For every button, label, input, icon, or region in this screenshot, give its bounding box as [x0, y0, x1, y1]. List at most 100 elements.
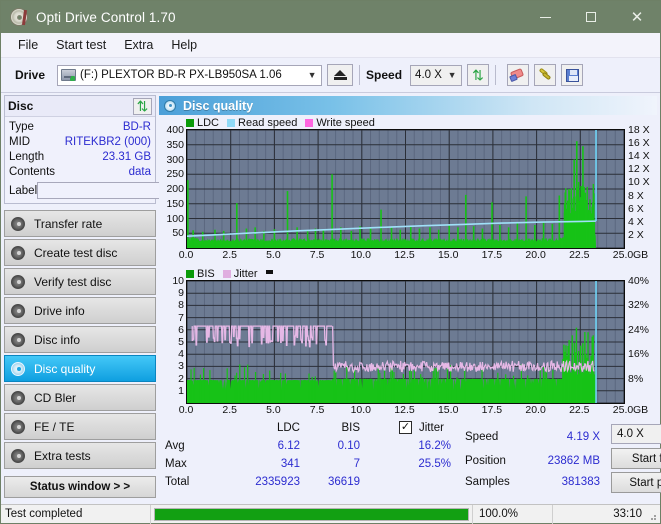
y-tick-right: 2 X: [628, 228, 644, 241]
disc-icon: [11, 274, 25, 289]
toolbar-divider-2: [495, 65, 497, 85]
y-tick-left: 400: [166, 124, 184, 136]
bis-x-axis: 0.0 2.5 5.0 7.5 10.0 12.5 15.0 17.5 20.0 22.5 25.0…: [159, 404, 657, 419]
y-tick-left: 3: [178, 360, 184, 373]
x-tick: 7.5: [309, 249, 325, 261]
minimize-button[interactable]: [522, 1, 568, 33]
minimize-icon: [539, 16, 551, 18]
stats-jitter-max: 25.5%: [418, 458, 451, 470]
disc-icon: [11, 361, 25, 376]
y-tick-right: 4 X: [628, 215, 644, 228]
disc-row-value: 23.31 GB: [102, 150, 151, 163]
save-button[interactable]: [561, 64, 584, 86]
legend-label-bis: BIS: [197, 268, 215, 280]
x-tick: 0.0: [178, 249, 194, 261]
y-tick-left: 1: [178, 384, 184, 397]
disc-refresh-button[interactable]: [133, 97, 152, 115]
chevron-down-icon: ▼: [307, 70, 317, 80]
x-tick: 15.0: [437, 404, 459, 416]
disc-row-value: RITEKBR2 (000): [64, 135, 151, 148]
y-tick-right: 40%: [628, 275, 650, 287]
refresh-button[interactable]: [467, 64, 490, 86]
y-tick-right: 18 X: [628, 124, 650, 136]
bis-plot-area[interactable]: [186, 280, 625, 404]
disc-label-key: Label: [9, 184, 38, 197]
sidebar-item-fe-te[interactable]: FE / TE: [4, 413, 156, 440]
y-tick-right: 16 X: [628, 137, 650, 150]
speed-select-value: 4.0 X: [415, 69, 442, 81]
erase-button[interactable]: [507, 64, 530, 86]
sidebar-item-extra-tests[interactable]: Extra tests: [4, 442, 156, 469]
sidebar-item-verify-test-disc[interactable]: Verify test disc: [4, 268, 156, 295]
speed-select[interactable]: 4.0 X ▼: [410, 64, 463, 86]
y-tick-right: 16%: [628, 348, 650, 361]
stats-bis-avg: 0.10: [337, 440, 360, 452]
sidebar-item-create-test-disc[interactable]: Create test disc: [4, 239, 156, 266]
stats-col-header-ldc: LDC: [276, 422, 300, 434]
ldc-plot-row: 400 350 300 250 200 150 100 50 18 X 16 X 14 X 12 X…: [159, 124, 657, 249]
window-controls: ✕: [522, 1, 660, 33]
y-tick-left: 250: [166, 168, 184, 181]
position-stat-value: 23862 MB: [547, 455, 600, 467]
resize-grip[interactable]: [647, 511, 657, 521]
y-tick-right: 14 X: [628, 150, 650, 163]
legend-swatch-jitter: [222, 270, 231, 278]
disc-row-length: Length 23.31 GB: [9, 149, 151, 164]
panel-header: Disc quality: [159, 96, 657, 115]
sidebar-item-cd-bler[interactable]: CD Bler: [4, 384, 156, 411]
position-stat-label: Position: [465, 455, 506, 467]
status-window-button[interactable]: Status window > >: [4, 476, 156, 498]
y-tick-left: 5: [178, 336, 184, 348]
start-part-button[interactable]: Start part: [611, 472, 661, 493]
tools-button[interactable]: [534, 64, 557, 86]
menu-item-start-test[interactable]: Start test: [47, 36, 115, 54]
y-tick-left: 4: [178, 348, 184, 361]
ldc-y-axis-left: 400 350 300 250 200 150 100 50: [159, 124, 186, 249]
y-tick-left: 9: [178, 287, 184, 300]
maximize-button[interactable]: [568, 1, 614, 33]
menu-item-extra[interactable]: Extra: [115, 36, 162, 54]
legend-swatch-read-speed: [227, 119, 236, 127]
main-panel: Disc quality LDC Read speed Write speed …: [159, 93, 661, 497]
title-bar: Opti Drive Control 1.70 ✕: [1, 1, 660, 33]
y-tick-left: 300: [166, 153, 184, 166]
bis-y-axis-left: 10 9 8 7 6 5 4 3 2 1: [159, 275, 186, 404]
menu-item-help[interactable]: Help: [162, 36, 206, 54]
x-tick: 5.0: [266, 249, 281, 261]
eraser-icon: [508, 67, 526, 82]
sidebar-item-disc-info[interactable]: Disc info: [4, 326, 156, 353]
y-tick-right: 8 X: [628, 189, 644, 202]
sidebar-item-label: Disc info: [34, 332, 81, 347]
legend-label-ldc: LDC: [197, 117, 220, 129]
ldc-y-axis-right: 18 X 16 X 14 X 12 X 10 X8 X6 X4 X2 X: [625, 124, 657, 249]
sidebar-item-drive-info[interactable]: Drive info: [4, 297, 156, 324]
disc-icon: [11, 448, 25, 463]
app-body: Disc Type BD-R MID RITEKBR2 (000) Length…: [1, 93, 661, 498]
jitter-checkbox[interactable]: ✓: [399, 421, 412, 434]
disc-panel: Disc Type BD-R MID RITEKBR2 (000) Length…: [4, 95, 205, 204]
y-tick-left: 50: [172, 227, 184, 240]
close-button[interactable]: ✕: [614, 1, 660, 33]
chart-svg: [187, 130, 624, 248]
x-tick: 12.5: [394, 249, 415, 261]
drive-toolbar: Drive (F:) PLEXTOR BD-R PX-LB950SA 1.06 …: [1, 58, 660, 93]
test-speed-select[interactable]: 4.0 X ▼: [611, 424, 661, 444]
progress-percent: 100.0%: [473, 504, 553, 524]
sidebar-nav: Transfer rate Create test disc Verify te…: [4, 210, 156, 469]
start-full-button[interactable]: Start full: [611, 448, 661, 469]
disc-icon: [11, 245, 25, 260]
sidebar-item-transfer-rate[interactable]: Transfer rate: [4, 210, 156, 237]
eject-button[interactable]: [327, 64, 354, 86]
stats-col-header-bis: BIS: [341, 422, 360, 434]
disc-icon: [11, 419, 25, 434]
sidebar-item-disc-quality[interactable]: Disc quality: [4, 355, 156, 382]
x-tick: 10.0: [350, 404, 372, 416]
drive-select[interactable]: (F:) PLEXTOR BD-R PX-LB950SA 1.06 ▼: [57, 64, 323, 86]
maximize-icon: [586, 12, 596, 22]
menu-item-file[interactable]: File: [9, 36, 47, 54]
bis-chart-legend: BIS Jitter: [159, 268, 657, 280]
x-tick: 25.0: [612, 249, 634, 261]
x-tick: 2.5: [222, 249, 237, 261]
stats-ldc-total: 2335923: [255, 476, 300, 488]
ldc-plot-area[interactable]: [186, 129, 625, 249]
